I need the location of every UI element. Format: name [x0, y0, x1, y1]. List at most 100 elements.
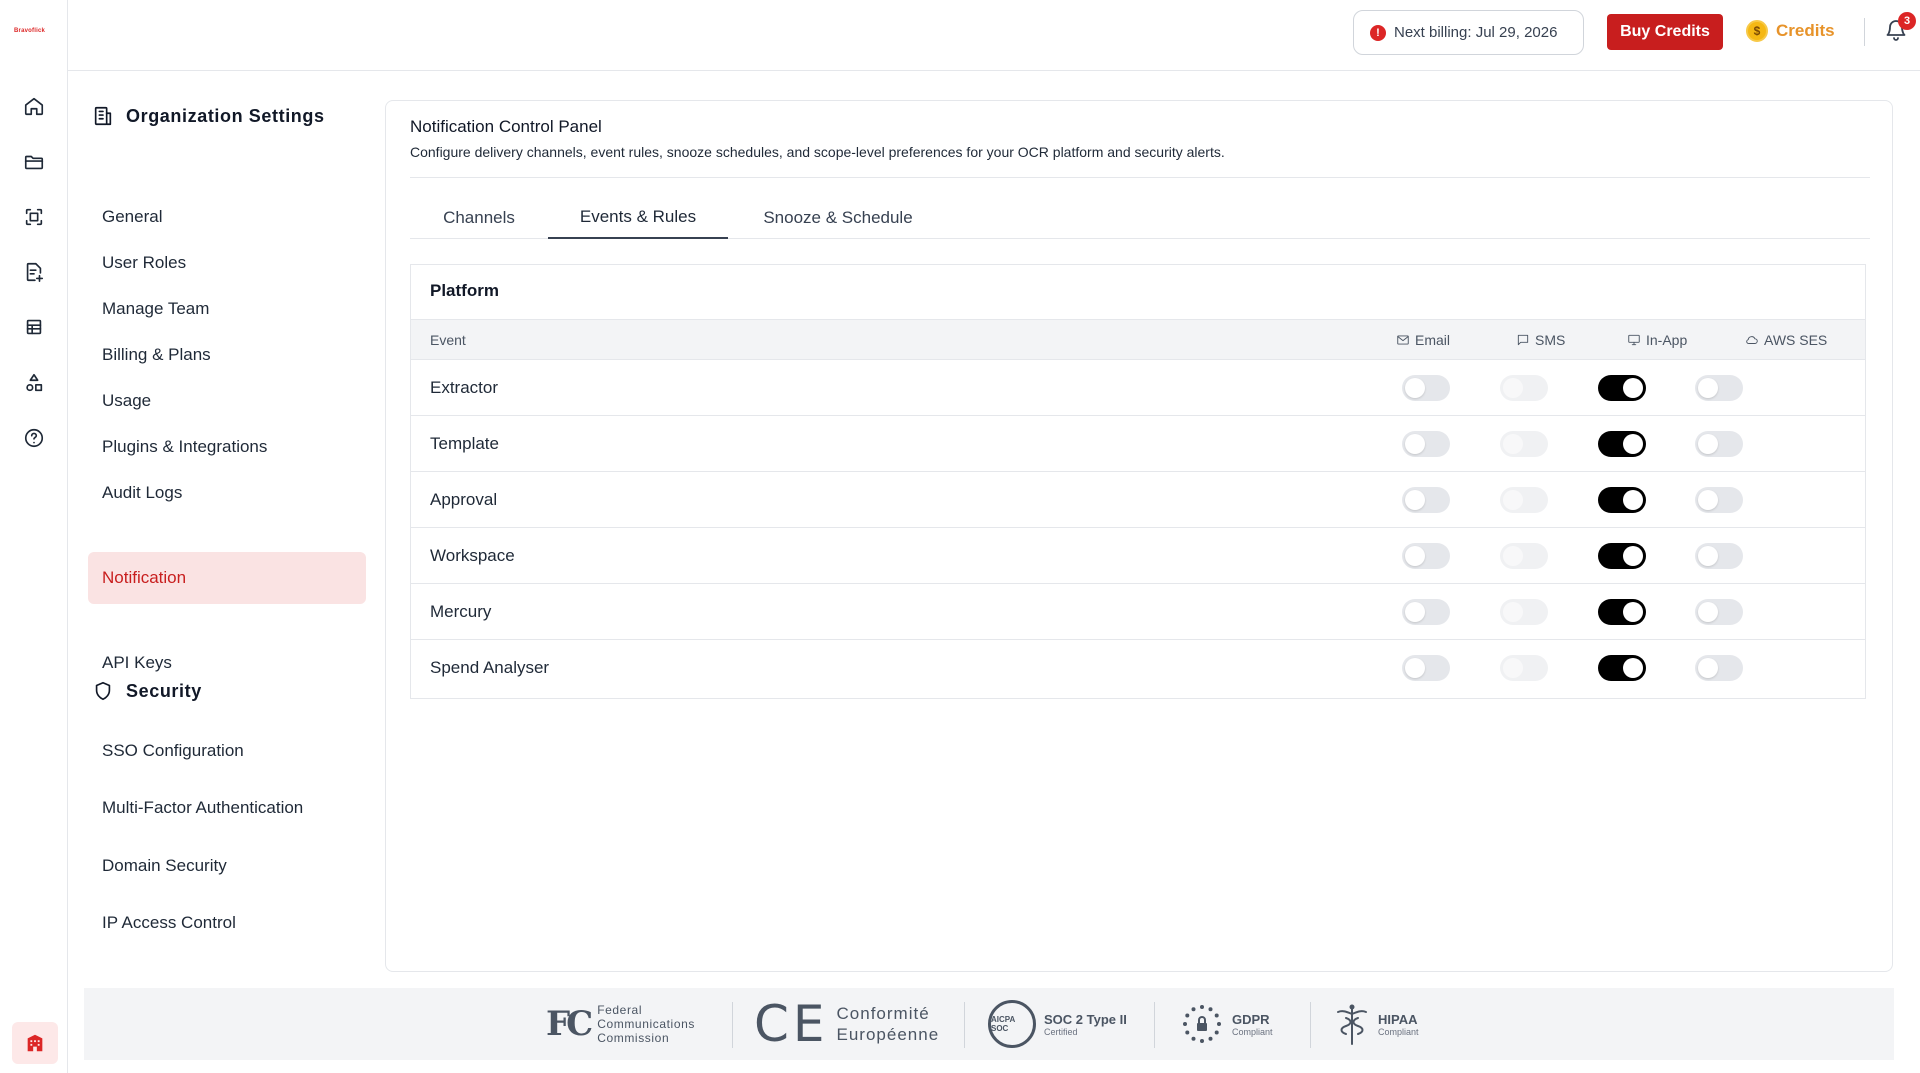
toggle-knob [1698, 378, 1718, 398]
scan-icon[interactable] [20, 203, 48, 231]
inapp-toggle[interactable] [1598, 431, 1646, 457]
gdpr-stars-lock-icon [1183, 1005, 1221, 1043]
fcc-line-3: Commission [597, 1031, 670, 1045]
toggle-knob [1405, 434, 1425, 454]
settings-sidebar: Organization Settings General User Roles… [68, 71, 378, 991]
table-icon[interactable] [20, 313, 48, 341]
email-toggle[interactable] [1402, 543, 1450, 569]
toggle-knob [1405, 602, 1425, 622]
tab-snooze-schedule[interactable]: Snooze & Schedule [728, 197, 948, 239]
toggle-knob [1623, 434, 1643, 454]
sidebar-item-user-roles[interactable]: User Roles [88, 237, 366, 289]
ses-toggle[interactable] [1695, 543, 1743, 569]
fcc-line-2: Communications [597, 1017, 695, 1031]
tab-channels[interactable]: Channels [410, 197, 548, 239]
sidebar-item-ip-access-control[interactable]: IP Access Control [88, 897, 366, 949]
sidebar-item-sso-configuration[interactable]: SSO Configuration [88, 725, 366, 777]
ses-toggle[interactable] [1695, 375, 1743, 401]
ce-line-1: Conformité [836, 1004, 930, 1023]
email-toggle[interactable] [1402, 599, 1450, 625]
column-inapp: In-App [1627, 320, 1687, 359]
event-name: Approval [430, 490, 498, 509]
toggle-knob [1623, 546, 1643, 566]
sidebar-item-multi-factor-authentication[interactable]: Multi-Factor Authentication [88, 782, 366, 834]
fcc-logo-icon: FC [546, 1004, 593, 1044]
sidebar-item-general[interactable]: General [88, 191, 366, 243]
ses-toggle[interactable] [1695, 431, 1743, 457]
ses-toggle[interactable] [1695, 655, 1743, 681]
table-row: Template [411, 416, 1865, 472]
caduceus-icon [1337, 1004, 1367, 1045]
toggle-knob [1503, 490, 1523, 510]
credits-label: Credits [1776, 21, 1835, 40]
toggle-knob [1503, 602, 1523, 622]
inapp-toggle[interactable] [1598, 375, 1646, 401]
sidebar-item-domain-security[interactable]: Domain Security [88, 840, 366, 892]
table-row: Spend Analyser [411, 640, 1865, 696]
document-add-icon[interactable] [20, 258, 48, 286]
home-icon[interactable] [20, 92, 48, 120]
email-toggle[interactable] [1402, 655, 1450, 681]
email-toggle[interactable] [1402, 375, 1450, 401]
building-icon[interactable] [12, 1022, 58, 1064]
inapp-toggle[interactable] [1598, 599, 1646, 625]
toggle-knob [1698, 658, 1718, 678]
sidebar-item-manage-team[interactable]: Manage Team [88, 283, 366, 335]
notifications-button[interactable]: 3 [1884, 12, 1916, 46]
gdpr-subtitle: Compliant [1232, 1026, 1273, 1037]
folder-icon[interactable] [20, 148, 48, 176]
column-event: Event [430, 320, 466, 359]
sidebar-item-audit-logs[interactable]: Audit Logs [88, 467, 366, 519]
hipaa-badge: HIPAA Compliant [1334, 988, 1419, 1060]
help-circle-icon[interactable] [20, 424, 48, 452]
event-name: Workspace [430, 546, 515, 565]
tab-events-rules[interactable]: Events & Rules [548, 197, 728, 239]
event-name: Mercury [430, 602, 492, 621]
notification-count-badge: 3 [1898, 12, 1916, 30]
inapp-toggle[interactable] [1598, 487, 1646, 513]
column-inapp-label: In-App [1646, 331, 1688, 348]
soc2-subtitle: Certified [1044, 1026, 1078, 1037]
inapp-toggle[interactable] [1598, 543, 1646, 569]
footer-divider [1154, 1002, 1155, 1048]
hipaa-title: HIPAA [1378, 1011, 1418, 1027]
credits-button[interactable]: $ Credits [1746, 20, 1835, 42]
soc2-badge: AICPA SOC SOC 2 Type II Certified [988, 988, 1127, 1060]
toggle-knob [1503, 378, 1523, 398]
soc2-title: SOC 2 Type II [1044, 1011, 1127, 1027]
ce-line-2: Européenne [836, 1025, 940, 1044]
toggle-knob [1503, 658, 1523, 678]
gdpr-title: GDPR [1232, 1011, 1270, 1027]
fcc-line-1: Federal [597, 1003, 643, 1017]
table-row: Extractor [411, 360, 1865, 416]
toggle-knob [1623, 490, 1643, 510]
app-logo[interactable]: Bravoflick [14, 28, 45, 34]
buy-credits-button[interactable]: Buy Credits [1607, 14, 1723, 50]
shapes-icon[interactable] [20, 369, 48, 397]
sms-toggle [1500, 543, 1548, 569]
toggle-knob [1698, 602, 1718, 622]
sidebar-item-usage[interactable]: Usage [88, 375, 366, 427]
footer-divider [732, 1002, 733, 1048]
top-bar: ! Next billing: Jul 29, 2026 Buy Credits… [68, 0, 1920, 71]
sidebar-item-billing-plans[interactable]: Billing & Plans [88, 329, 366, 381]
email-toggle[interactable] [1402, 431, 1450, 457]
email-toggle[interactable] [1402, 487, 1450, 513]
toggle-knob [1405, 658, 1425, 678]
shield-icon [95, 681, 111, 701]
toggle-knob [1623, 378, 1643, 398]
inapp-toggle[interactable] [1598, 655, 1646, 681]
security-title: Security [126, 680, 202, 701]
ses-toggle[interactable] [1695, 487, 1743, 513]
organization-settings-heading: Organization Settings [92, 105, 325, 127]
sidebar-item-notification[interactable]: Notification [88, 552, 366, 604]
sidebar-item-plugins-integrations[interactable]: Plugins & Integrations [88, 421, 366, 473]
ce-badge: CE Conformité Européenne [754, 988, 939, 1060]
panel-title: Notification Control Panel [410, 117, 602, 136]
toggle-knob [1405, 378, 1425, 398]
organization-settings-title: Organization Settings [126, 105, 325, 126]
next-billing-pill[interactable]: ! Next billing: Jul 29, 2026 [1353, 10, 1584, 55]
ses-toggle[interactable] [1695, 599, 1743, 625]
column-event-label: Event [430, 331, 466, 348]
table-row: Workspace [411, 528, 1865, 584]
